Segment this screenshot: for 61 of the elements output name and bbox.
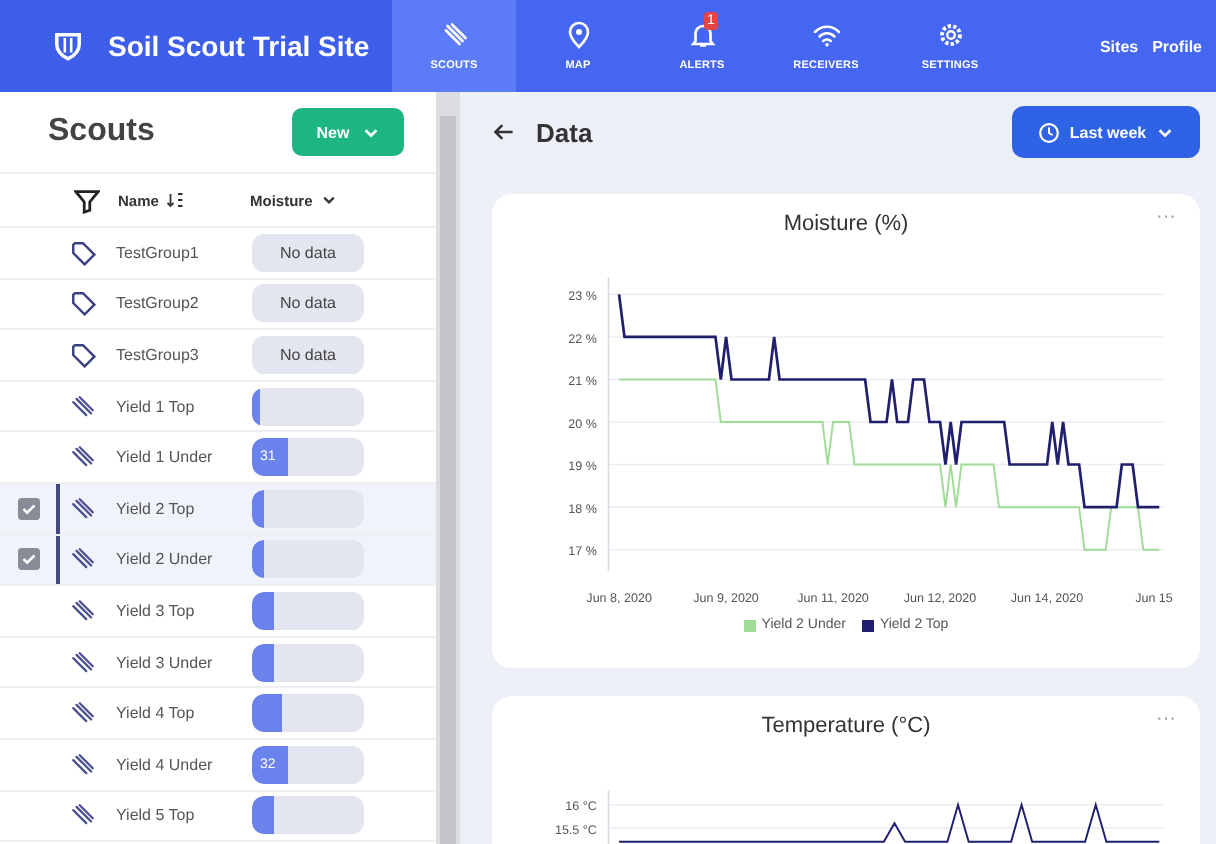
chevron-down-icon — [361, 123, 380, 141]
tag-icon — [70, 239, 96, 266]
scout-icon — [70, 597, 96, 624]
scout-icon — [70, 751, 96, 778]
scout-name: TestGroup3 — [116, 345, 201, 364]
tag-icon — [70, 290, 96, 317]
no-data-label: No data — [252, 233, 364, 272]
checkbox[interactable] — [17, 548, 39, 571]
scout-name: TestGroup1 — [116, 243, 201, 262]
scout-icon — [70, 444, 96, 471]
scout-row[interactable]: Yield 4 Top — [0, 688, 436, 740]
nav-link[interactable]: Profile — [1152, 37, 1202, 55]
date-range-button[interactable]: Last week — [1012, 106, 1200, 158]
scout-row[interactable]: TestGroup1 No data — [0, 228, 436, 280]
scout-name: Yield 2 Top — [116, 499, 197, 518]
chevron-down-icon — [1156, 123, 1175, 141]
scout-name: Yield 3 Top — [116, 601, 197, 620]
no-data-label: No data — [252, 284, 364, 323]
scout-name: Yield 4 Under — [116, 755, 215, 774]
tag-icon — [70, 341, 96, 368]
scout-row[interactable]: Yield 1 Top — [0, 381, 436, 433]
site-title: Soil Scout Trial Site — [108, 30, 370, 62]
scout-row[interactable]: Yield 2 Top — [0, 483, 436, 536]
chart-title: Moisture (%) — [783, 212, 909, 236]
page-title: Data — [536, 117, 595, 147]
scout-name: Yield 1 Under — [116, 448, 215, 467]
sort-icon — [166, 192, 185, 208]
scout-icon — [70, 700, 96, 727]
scout-row[interactable]: Yield 2 Under — [0, 535, 436, 587]
scout-row[interactable]: Yield 5 Top — [0, 791, 436, 843]
scout-name: Yield 5 Top — [116, 806, 197, 825]
settings-icon — [935, 20, 965, 50]
checkbox[interactable] — [17, 497, 39, 520]
back-arrow-icon[interactable] — [492, 120, 516, 144]
scrollbar[interactable] — [436, 92, 460, 844]
chart-title: Temperature (°C) — [761, 714, 931, 738]
no-data-label: No data — [252, 335, 364, 374]
scout-icon — [70, 495, 96, 522]
chevron-down-icon — [320, 192, 339, 208]
scout-icon — [70, 649, 96, 676]
scout-name: Yield 2 Under — [116, 550, 215, 569]
clock-icon — [1037, 121, 1060, 143]
sidebar-title: Scouts — [48, 114, 155, 150]
wifi-icon — [811, 20, 841, 50]
bell-icon — [687, 20, 717, 50]
scout-row[interactable]: Yield 3 Under — [0, 637, 436, 689]
nav-link[interactable]: Sites — [1099, 37, 1139, 55]
scout-name: Yield 3 Under — [116, 653, 215, 672]
scout-icon — [439, 20, 469, 50]
scout-row[interactable]: TestGroup2 No data — [0, 279, 436, 331]
map-pin-icon — [563, 20, 593, 50]
scout-icon — [70, 802, 96, 829]
scout-row[interactable]: Yield 3 Top — [0, 586, 436, 638]
filter-icon[interactable] — [74, 187, 100, 213]
scout-icon — [70, 546, 96, 573]
scout-name: Yield 4 Top — [116, 704, 197, 723]
scout-icon — [70, 393, 96, 420]
scout-row[interactable]: TestGroup3 No data — [0, 330, 436, 382]
shield-logo-icon — [52, 30, 84, 62]
scout-name: TestGroup2 — [116, 294, 201, 313]
scout-name: Yield 1 Top — [116, 397, 197, 416]
